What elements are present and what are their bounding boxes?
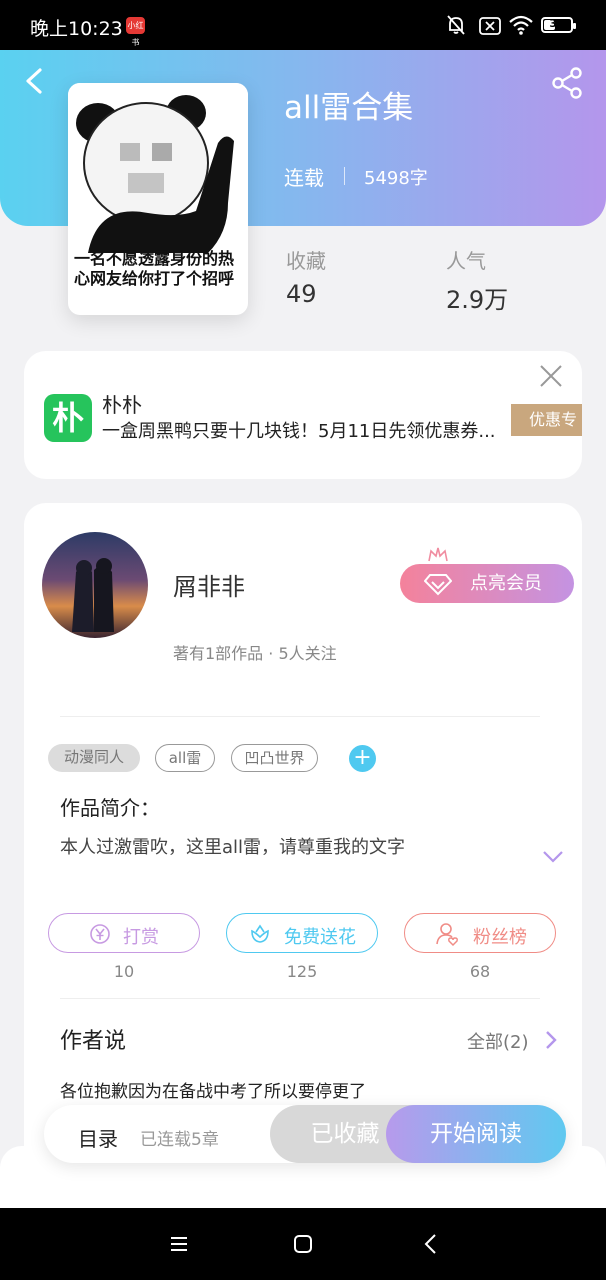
- status-bar: 晚上10:23 小红书 38: [0, 0, 606, 50]
- back-icon[interactable]: [419, 1232, 443, 1256]
- chevron-right-icon[interactable]: [544, 1030, 558, 1050]
- cover-caption-line2: 心网友给你打了个招呼: [74, 269, 235, 288]
- status-divider: [344, 167, 345, 185]
- favorites-label: 收藏: [286, 249, 326, 273]
- mute-bell-icon: [447, 15, 465, 35]
- author-says-text: 各位抱歉因为在备战中考了所以要停更了: [60, 1082, 366, 1102]
- fan-rank-label: 粉丝榜: [473, 927, 527, 948]
- author-meta: 著有1部作品 · 5人关注: [173, 644, 337, 663]
- author-avatar[interactable]: [42, 532, 148, 638]
- flower-count: 125: [286, 962, 318, 981]
- status-time: 晚上10:23: [30, 18, 123, 40]
- divider: [60, 998, 540, 999]
- intro-text: 本人过激雷吹，这里all雷，请尊重我的文字: [60, 837, 406, 858]
- ad-offer-tag[interactable]: 优惠专: [511, 404, 582, 436]
- word-count: 5498字: [364, 168, 428, 189]
- menu-icon[interactable]: [167, 1232, 191, 1256]
- panda-meme-image: [68, 83, 248, 253]
- sim-icon: [479, 17, 501, 35]
- back-arrow-icon[interactable]: [20, 66, 50, 96]
- author-says-title: 作者说: [60, 1029, 127, 1054]
- fan-rank-icon: [436, 923, 458, 947]
- ad-app-logo: 朴: [44, 394, 92, 442]
- system-nav-bar: [0, 1208, 606, 1280]
- send-flower-label: 免费送花: [284, 927, 356, 948]
- vip-label: 点亮会员: [470, 573, 542, 594]
- start-reading-button[interactable]: 开始阅读: [386, 1105, 566, 1163]
- book-status: 连载: [284, 166, 324, 190]
- tag-aotu-world[interactable]: 凹凸世界: [231, 744, 318, 772]
- vip-button[interactable]: 点亮会员: [400, 564, 574, 603]
- tag-all-lei[interactable]: all雷: [155, 744, 215, 772]
- send-flower-button[interactable]: 免费送花: [226, 913, 378, 953]
- flower-icon: [251, 924, 269, 943]
- favorites-value: 49: [286, 280, 317, 308]
- app-notification-icon: 小红书: [126, 17, 145, 47]
- table-of-contents-button[interactable]: 目录: [78, 1123, 118, 1152]
- add-tag-button[interactable]: +: [349, 745, 376, 772]
- crown-icon: [428, 547, 448, 562]
- yen-icon: [90, 924, 110, 944]
- popularity-label: 人气: [446, 249, 486, 273]
- close-icon[interactable]: [538, 363, 564, 389]
- fan-rank-button[interactable]: 粉丝榜: [404, 913, 556, 953]
- home-icon[interactable]: [291, 1232, 315, 1256]
- wifi-icon: [509, 15, 533, 35]
- chapter-count: 已连载5章: [140, 1130, 219, 1150]
- book-title: all雷合集: [284, 90, 414, 126]
- battery-level: 38: [549, 17, 565, 30]
- author-says-all-link[interactable]: 全部(2): [467, 1028, 529, 1054]
- ad-banner[interactable]: 朴 朴朴 一盒周黑鸭只要十几块钱！5月11日先领优惠券... 优惠专: [24, 351, 582, 479]
- share-icon[interactable]: [550, 66, 584, 100]
- intro-title: 作品简介：: [60, 796, 160, 820]
- cover-caption-line1: 一名不愿透露身份的热: [74, 249, 235, 268]
- battery-icon: 38: [541, 17, 576, 33]
- tip-button[interactable]: 打赏: [48, 913, 200, 953]
- fan-rank-count: 68: [469, 962, 491, 981]
- popularity-value: 2.9万: [446, 286, 509, 314]
- ad-text: 一盒周黑鸭只要十几块钱！5月11日先领优惠券...: [102, 421, 496, 442]
- tip-count: 10: [113, 962, 135, 981]
- ad-app-name: 朴朴: [102, 393, 142, 417]
- chevron-down-icon[interactable]: [542, 850, 564, 864]
- tip-label: 打赏: [123, 927, 159, 948]
- author-name[interactable]: 屑非非: [173, 567, 245, 602]
- book-cover[interactable]: 一名不愿透露身份的热 心网友给你打了个招呼: [68, 83, 248, 315]
- tag-anime-fanfic[interactable]: 动漫同人: [48, 744, 140, 772]
- diamond-icon: [424, 574, 452, 596]
- divider: [60, 716, 540, 717]
